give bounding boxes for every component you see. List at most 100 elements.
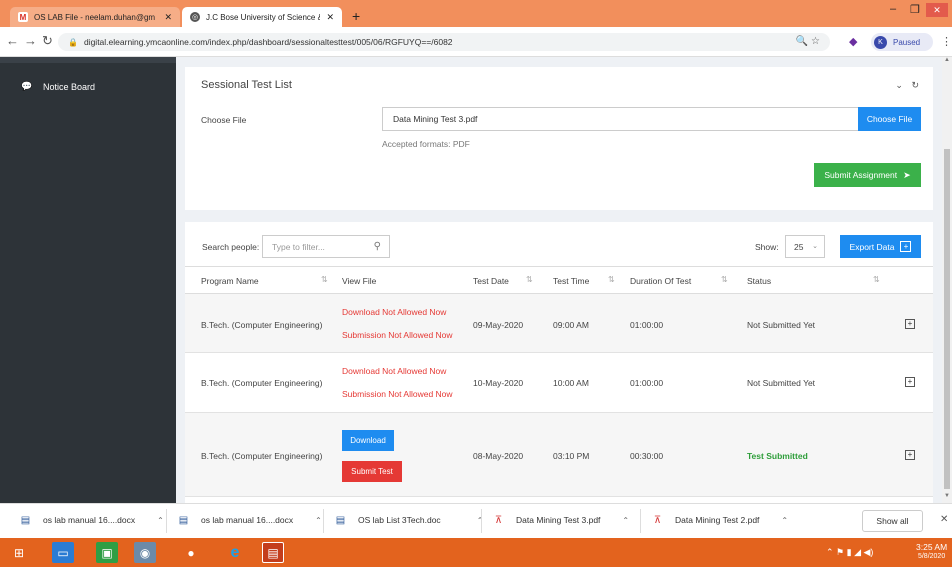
sort-icon[interactable]: ⇅	[608, 275, 615, 284]
choose-file-label: Choose File	[201, 115, 247, 125]
sort-icon[interactable]: ⇅	[321, 275, 328, 284]
window-close-button[interactable]: ✕	[926, 3, 948, 17]
expand-row-icon[interactable]: +	[905, 450, 915, 460]
scroll-down-icon[interactable]: ▼	[944, 493, 950, 499]
status: Not Submitted Yet	[747, 320, 816, 330]
pdf-file-icon: ⊼	[494, 514, 503, 526]
download-button[interactable]: Download	[342, 430, 394, 451]
menu-kebab-icon[interactable]: ⋮	[941, 35, 952, 48]
col-test-date[interactable]: Test Date	[473, 276, 509, 286]
store-icon[interactable]: ▣	[96, 542, 118, 563]
file-explorer-icon[interactable]: ▭	[52, 542, 74, 563]
chevron-up-icon[interactable]: ⌃	[315, 516, 322, 525]
windows-taskbar: ⊞ ▭ ▣ ◉ ● e ▤ ⌃ ⚑ ▮ ◢ ◀) 3:25 AM 5/8/202…	[0, 538, 952, 567]
forward-icon[interactable]: →	[24, 33, 37, 48]
section-divider	[185, 210, 933, 222]
export-data-button[interactable]: Export Data +	[840, 235, 921, 258]
divider	[166, 509, 167, 533]
download-not-allowed: Download Not Allowed Now	[342, 366, 447, 376]
word-file-icon: ▤	[20, 514, 31, 526]
clock[interactable]: 3:25 AM 5/8/2020	[916, 542, 947, 562]
card-tools: ⌄ ↻	[895, 80, 919, 91]
export-icon: +	[900, 241, 912, 252]
download-item[interactable]: ▤ OS lab List 3Tech.doc ⌃	[335, 514, 484, 526]
new-tab-button[interactable]: +	[352, 8, 360, 24]
download-item[interactable]: ▤ os lab manual 16....docx ⌃	[178, 514, 322, 526]
clock-date: 5/8/2020	[917, 553, 946, 560]
maximize-button[interactable]: ❐	[910, 3, 920, 16]
tab-gmail[interactable]: M OS LAB File - neelam.duhan@gm ✕	[10, 7, 180, 27]
profile-button[interactable]: K Paused	[871, 33, 933, 51]
page-size-value: 25	[794, 241, 804, 252]
close-tab-icon[interactable]: ✕	[326, 12, 334, 23]
submit-test-button[interactable]: Submit Test	[342, 461, 402, 482]
powerpoint-icon[interactable]: ▤	[262, 542, 284, 563]
close-icon[interactable]: ✕	[940, 514, 948, 525]
table-header: Program Name ⇅ View File Test Date ⇅ Tes…	[185, 266, 933, 294]
sort-icon[interactable]: ⇅	[526, 275, 533, 284]
tab-university[interactable]: ◎ J.C Bose University of Science & ✕	[182, 7, 342, 27]
page-title: Sessional Test List	[201, 79, 292, 91]
page-scrollbar[interactable]: ▲ ▼	[942, 57, 952, 503]
tab-label: J.C Bose University of Science &	[206, 12, 321, 22]
windows-start-icon[interactable]: ⊞	[8, 542, 30, 563]
download-label: Data Mining Test 2.pdf	[675, 515, 760, 525]
reload-icon[interactable]: ↻	[42, 33, 53, 49]
search-input[interactable]: Type to filter... ⚲	[262, 235, 390, 258]
sort-icon[interactable]: ⇅	[721, 275, 728, 284]
main-content: Sessional Test List ⌄ ↻ Choose File Data…	[176, 57, 942, 503]
chevron-up-icon[interactable]: ⌃	[157, 516, 164, 525]
divider	[640, 509, 641, 533]
download-label: Data Mining Test 3.pdf	[516, 515, 601, 525]
download-item[interactable]: ⊼ Data Mining Test 3.pdf ⌃	[493, 514, 629, 526]
collapse-icon[interactable]: ⌄	[895, 80, 903, 90]
sort-icon[interactable]: ⇅	[873, 275, 880, 284]
refresh-icon[interactable]: ↻	[911, 80, 919, 90]
url-field[interactable]: 🔒 digital.elearning.ymcaonline.com/index…	[58, 33, 830, 51]
col-test-time[interactable]: Test Time	[553, 276, 589, 286]
expand-row-icon[interactable]: +	[905, 377, 915, 387]
divider	[481, 509, 482, 533]
extension-icon[interactable]: ◆	[849, 35, 857, 48]
chevron-up-icon[interactable]: ⌃	[622, 516, 629, 525]
download-item[interactable]: ▤ os lab manual 16....docx ⌃	[20, 514, 164, 526]
col-view-file: View File	[342, 276, 377, 286]
zoom-star-icons[interactable]: 🔍 ☆	[796, 36, 820, 47]
minimize-button[interactable]: –	[890, 3, 896, 15]
back-icon[interactable]: ←	[6, 33, 19, 48]
word-file-icon: ▤	[178, 514, 189, 526]
test-time: 10:00 AM	[553, 378, 589, 388]
scroll-thumb[interactable]	[944, 149, 950, 489]
download-not-allowed: Download Not Allowed Now	[342, 307, 447, 317]
choose-file-button[interactable]: Choose File	[858, 107, 921, 131]
status-submitted: Test Submitted	[747, 451, 808, 461]
internet-explorer-icon[interactable]: e	[224, 542, 246, 563]
submit-assignment-button[interactable]: Submit Assignment ➤	[814, 163, 921, 187]
page-size-select[interactable]: 25 ⌄	[785, 235, 825, 258]
test-time: 09:00 AM	[553, 320, 589, 330]
expand-row-icon[interactable]: +	[905, 319, 915, 329]
scroll-up-icon[interactable]: ▲	[944, 57, 950, 63]
program-name: B.Tech. (Computer Engineering)	[201, 378, 323, 388]
tray-icons[interactable]: ⌃ ⚑ ▮ ◢ ◀)	[826, 547, 873, 558]
avatar: K	[874, 35, 887, 49]
divider	[323, 509, 324, 533]
search-placeholder: Type to filter...	[272, 241, 325, 252]
col-status[interactable]: Status	[747, 276, 771, 286]
file-name-field[interactable]: Data Mining Test 3.pdf	[382, 107, 858, 131]
chrome-icon[interactable]: ◉	[134, 542, 156, 563]
downloads-bar: ▤ os lab manual 16....docx ⌃ ▤ os lab ma…	[0, 503, 952, 538]
show-all-button[interactable]: Show all	[862, 510, 923, 532]
firefox-icon[interactable]: ●	[180, 542, 202, 563]
col-duration[interactable]: Duration Of Test	[630, 276, 691, 286]
search-icon: ⚲	[373, 241, 381, 252]
sidebar-item-notice-board[interactable]: 💬 Notice Board	[20, 81, 95, 92]
col-program-name[interactable]: Program Name	[201, 276, 259, 286]
show-label: Show:	[755, 242, 779, 252]
test-date: 08-May-2020	[473, 451, 524, 461]
chevron-up-icon[interactable]: ⌃	[781, 516, 788, 525]
download-item[interactable]: ⊼ Data Mining Test 2.pdf ⌃	[652, 514, 788, 526]
chevron-down-icon: ⌄	[812, 243, 818, 250]
close-tab-icon[interactable]: ✕	[164, 12, 172, 23]
program-name: B.Tech. (Computer Engineering)	[201, 320, 323, 330]
